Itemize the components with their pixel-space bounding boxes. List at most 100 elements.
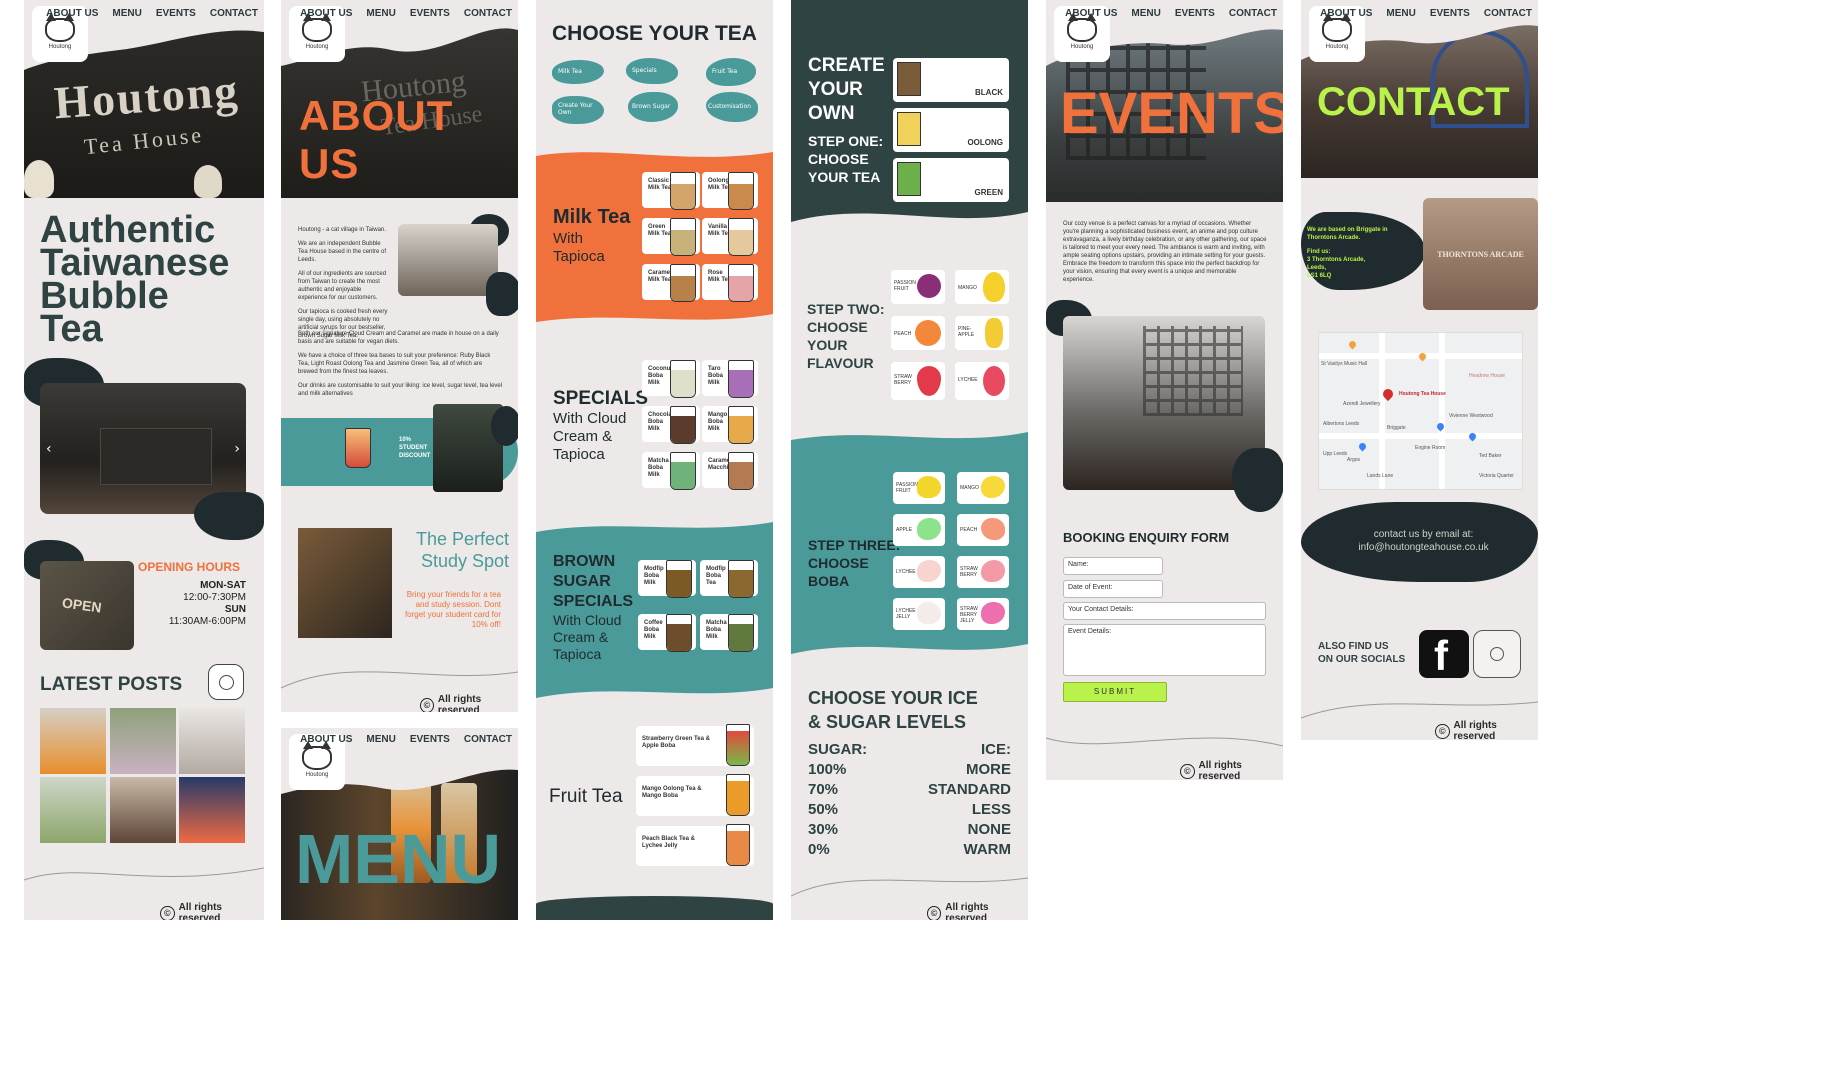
nav-events[interactable]: EVENTS — [1430, 8, 1470, 19]
sugar-option[interactable]: 30% — [808, 820, 867, 840]
contact-details-field[interactable]: Your Contact Details: — [1063, 602, 1266, 620]
drink-cup — [728, 452, 754, 490]
nav-about[interactable]: ABOUT US — [1320, 8, 1372, 19]
drink-card[interactable]: Classic Milk Tea — [642, 172, 700, 210]
post-thumbnail[interactable] — [110, 708, 176, 774]
facebook-icon[interactable]: f — [1419, 630, 1469, 679]
nav-events[interactable]: EVENTS — [410, 8, 450, 19]
tea-option[interactable]: BLACK — [893, 58, 1009, 102]
nav-menu[interactable]: MENU — [1386, 8, 1415, 19]
tea-choice-label: Create Your Own — [558, 102, 593, 116]
drink-card[interactable]: Oolong Milk Tea — [702, 172, 758, 210]
tea-choice-button[interactable]: Specials — [626, 58, 678, 84]
instagram-icon[interactable] — [1473, 630, 1521, 678]
tea-choice-button[interactable]: Milk Tea — [552, 60, 604, 84]
drink-card[interactable]: Mango Boba Milk — [702, 406, 758, 444]
boba-option[interactable]: PEACH — [957, 514, 1009, 546]
boba-label: LYCHEE JELLY — [896, 608, 916, 620]
drink-card[interactable]: Caramel Milk Tea — [642, 264, 700, 302]
decor-blob — [486, 272, 518, 316]
nav-about[interactable]: ABOUT US — [300, 8, 352, 19]
nav-menu[interactable]: MENU — [366, 734, 395, 745]
submit-button[interactable]: SUBMIT — [1063, 682, 1167, 702]
boba-option[interactable]: STRAW BERRY JELLY — [957, 598, 1009, 630]
boba-option[interactable]: APPLE — [893, 514, 945, 546]
flavour-option[interactable]: STRAW BERRY — [891, 362, 945, 400]
tea-option[interactable]: GREEN — [893, 158, 1009, 202]
name-field[interactable]: Name: — [1063, 557, 1163, 575]
boba-option[interactable]: STRAW BERRY — [957, 556, 1009, 588]
drink-card[interactable]: Vanilla Milk Tea — [702, 218, 758, 256]
ice-option[interactable]: STANDARD — [928, 780, 1011, 800]
ice-option[interactable]: WARM — [928, 840, 1012, 860]
drink-card[interactable]: Rose Milk Tea — [702, 264, 758, 302]
opening-time: 12:00-7:30PM — [183, 592, 246, 603]
tea-choice-button[interactable]: Brown Sugar — [628, 92, 678, 122]
tea-choice-button[interactable]: Create Your Own — [552, 96, 604, 124]
drink-card[interactable]: Matcha Boba Milk — [642, 452, 700, 490]
nav-menu[interactable]: MENU — [1131, 8, 1160, 19]
post-thumbnail[interactable] — [40, 708, 106, 774]
post-thumbnail[interactable] — [110, 777, 176, 843]
drink-card[interactable]: Coconut Boba Milk — [642, 360, 700, 398]
map[interactable]: St Vasilys Music Hall Headrow House Azen… — [1318, 332, 1523, 490]
post-thumbnail[interactable] — [179, 708, 245, 774]
boba-option[interactable]: MANGO — [957, 472, 1009, 504]
instagram-icon[interactable] — [208, 664, 244, 700]
nav-about[interactable]: ABOUT US — [1065, 8, 1117, 19]
sugar-option[interactable]: 100% — [808, 760, 867, 780]
nav-contact[interactable]: CONTACT — [464, 734, 512, 745]
tea-choice-button[interactable]: Fruit Tea — [706, 58, 756, 86]
flavour-option[interactable]: PASSION FRUIT — [891, 270, 945, 304]
nav-contact[interactable]: CONTACT — [1484, 8, 1532, 19]
boba-option[interactable]: LYCHEE JELLY — [893, 598, 945, 630]
flavour-option[interactable]: PEACH — [891, 316, 945, 350]
drink-card[interactable]: Peach Black Tea & Lychee Jelly — [636, 824, 754, 866]
flavour-option[interactable]: LYCHEE — [955, 362, 1009, 400]
nav-contact[interactable]: CONTACT — [210, 8, 258, 19]
tea-option[interactable]: OOLONG — [893, 108, 1009, 152]
email-link[interactable]: info@houtongteahouse.co.uk — [1321, 541, 1526, 554]
drink-card[interactable]: Coffee Boba Milk — [638, 614, 696, 652]
event-date-field[interactable]: Date of Event: — [1063, 580, 1163, 598]
drink-card[interactable]: Taro Boba Milk — [702, 360, 758, 398]
nav-contact[interactable]: CONTACT — [464, 8, 512, 19]
tea-label: OOLONG — [967, 138, 1003, 147]
nav-about[interactable]: ABOUT US — [46, 8, 98, 19]
drink-card[interactable]: Strawberry Green Tea & Apple Boba — [636, 724, 754, 766]
post-thumbnail[interactable] — [40, 777, 106, 843]
flavour-label: PEACH — [894, 331, 912, 337]
event-details-field[interactable]: Event Details: — [1063, 624, 1266, 676]
drink-card[interactable]: Modfip Boba Milk — [638, 560, 696, 598]
drink-card[interactable]: Green Milk Tea — [642, 218, 700, 256]
nav-menu[interactable]: MENU — [366, 8, 395, 19]
chevron-right-icon[interactable]: › — [234, 441, 240, 457]
flavour-option[interactable]: MANGO — [955, 270, 1009, 304]
ice-option[interactable]: LESS — [928, 800, 1011, 820]
nav-about[interactable]: ABOUT US — [300, 734, 352, 745]
boba-option[interactable]: PASSION FRUIT — [893, 472, 945, 504]
sugar-option[interactable]: 0% — [808, 840, 867, 860]
drink-card[interactable]: Modfip Boba Tea — [700, 560, 758, 598]
drink-card[interactable]: Caramel Macchiato — [702, 452, 758, 490]
drink-card[interactable]: Mango Oolong Tea & Mango Boba — [636, 774, 754, 816]
nav-events[interactable]: EVENTS — [410, 734, 450, 745]
nav-contact[interactable]: CONTACT — [1229, 8, 1277, 19]
nav-events[interactable]: EVENTS — [1175, 8, 1215, 19]
drink-cup — [726, 824, 750, 866]
flavour-option[interactable]: PINE-APPLE — [955, 316, 1009, 350]
chevron-left-icon[interactable]: ‹ — [46, 441, 52, 457]
boba-option[interactable]: LYCHEE — [893, 556, 945, 588]
paragraph: We are an independent Bubble Tea House b… — [298, 241, 387, 263]
post-thumbnail[interactable] — [179, 777, 245, 843]
footer-text: All rights reserved — [945, 902, 989, 920]
ice-option[interactable]: MORE — [928, 760, 1011, 780]
tea-choice-button[interactable]: Customisation — [706, 92, 758, 122]
nav-events[interactable]: EVENTS — [156, 8, 196, 19]
drink-card[interactable]: Matcha Boba Milk — [700, 614, 758, 652]
nav-menu[interactable]: MENU — [112, 8, 141, 19]
drink-card[interactable]: Chocolate Boba Milk — [642, 406, 700, 444]
sugar-option[interactable]: 70% — [808, 780, 867, 800]
sugar-option[interactable]: 50% — [808, 800, 867, 820]
ice-option[interactable]: NONE — [928, 820, 1011, 840]
